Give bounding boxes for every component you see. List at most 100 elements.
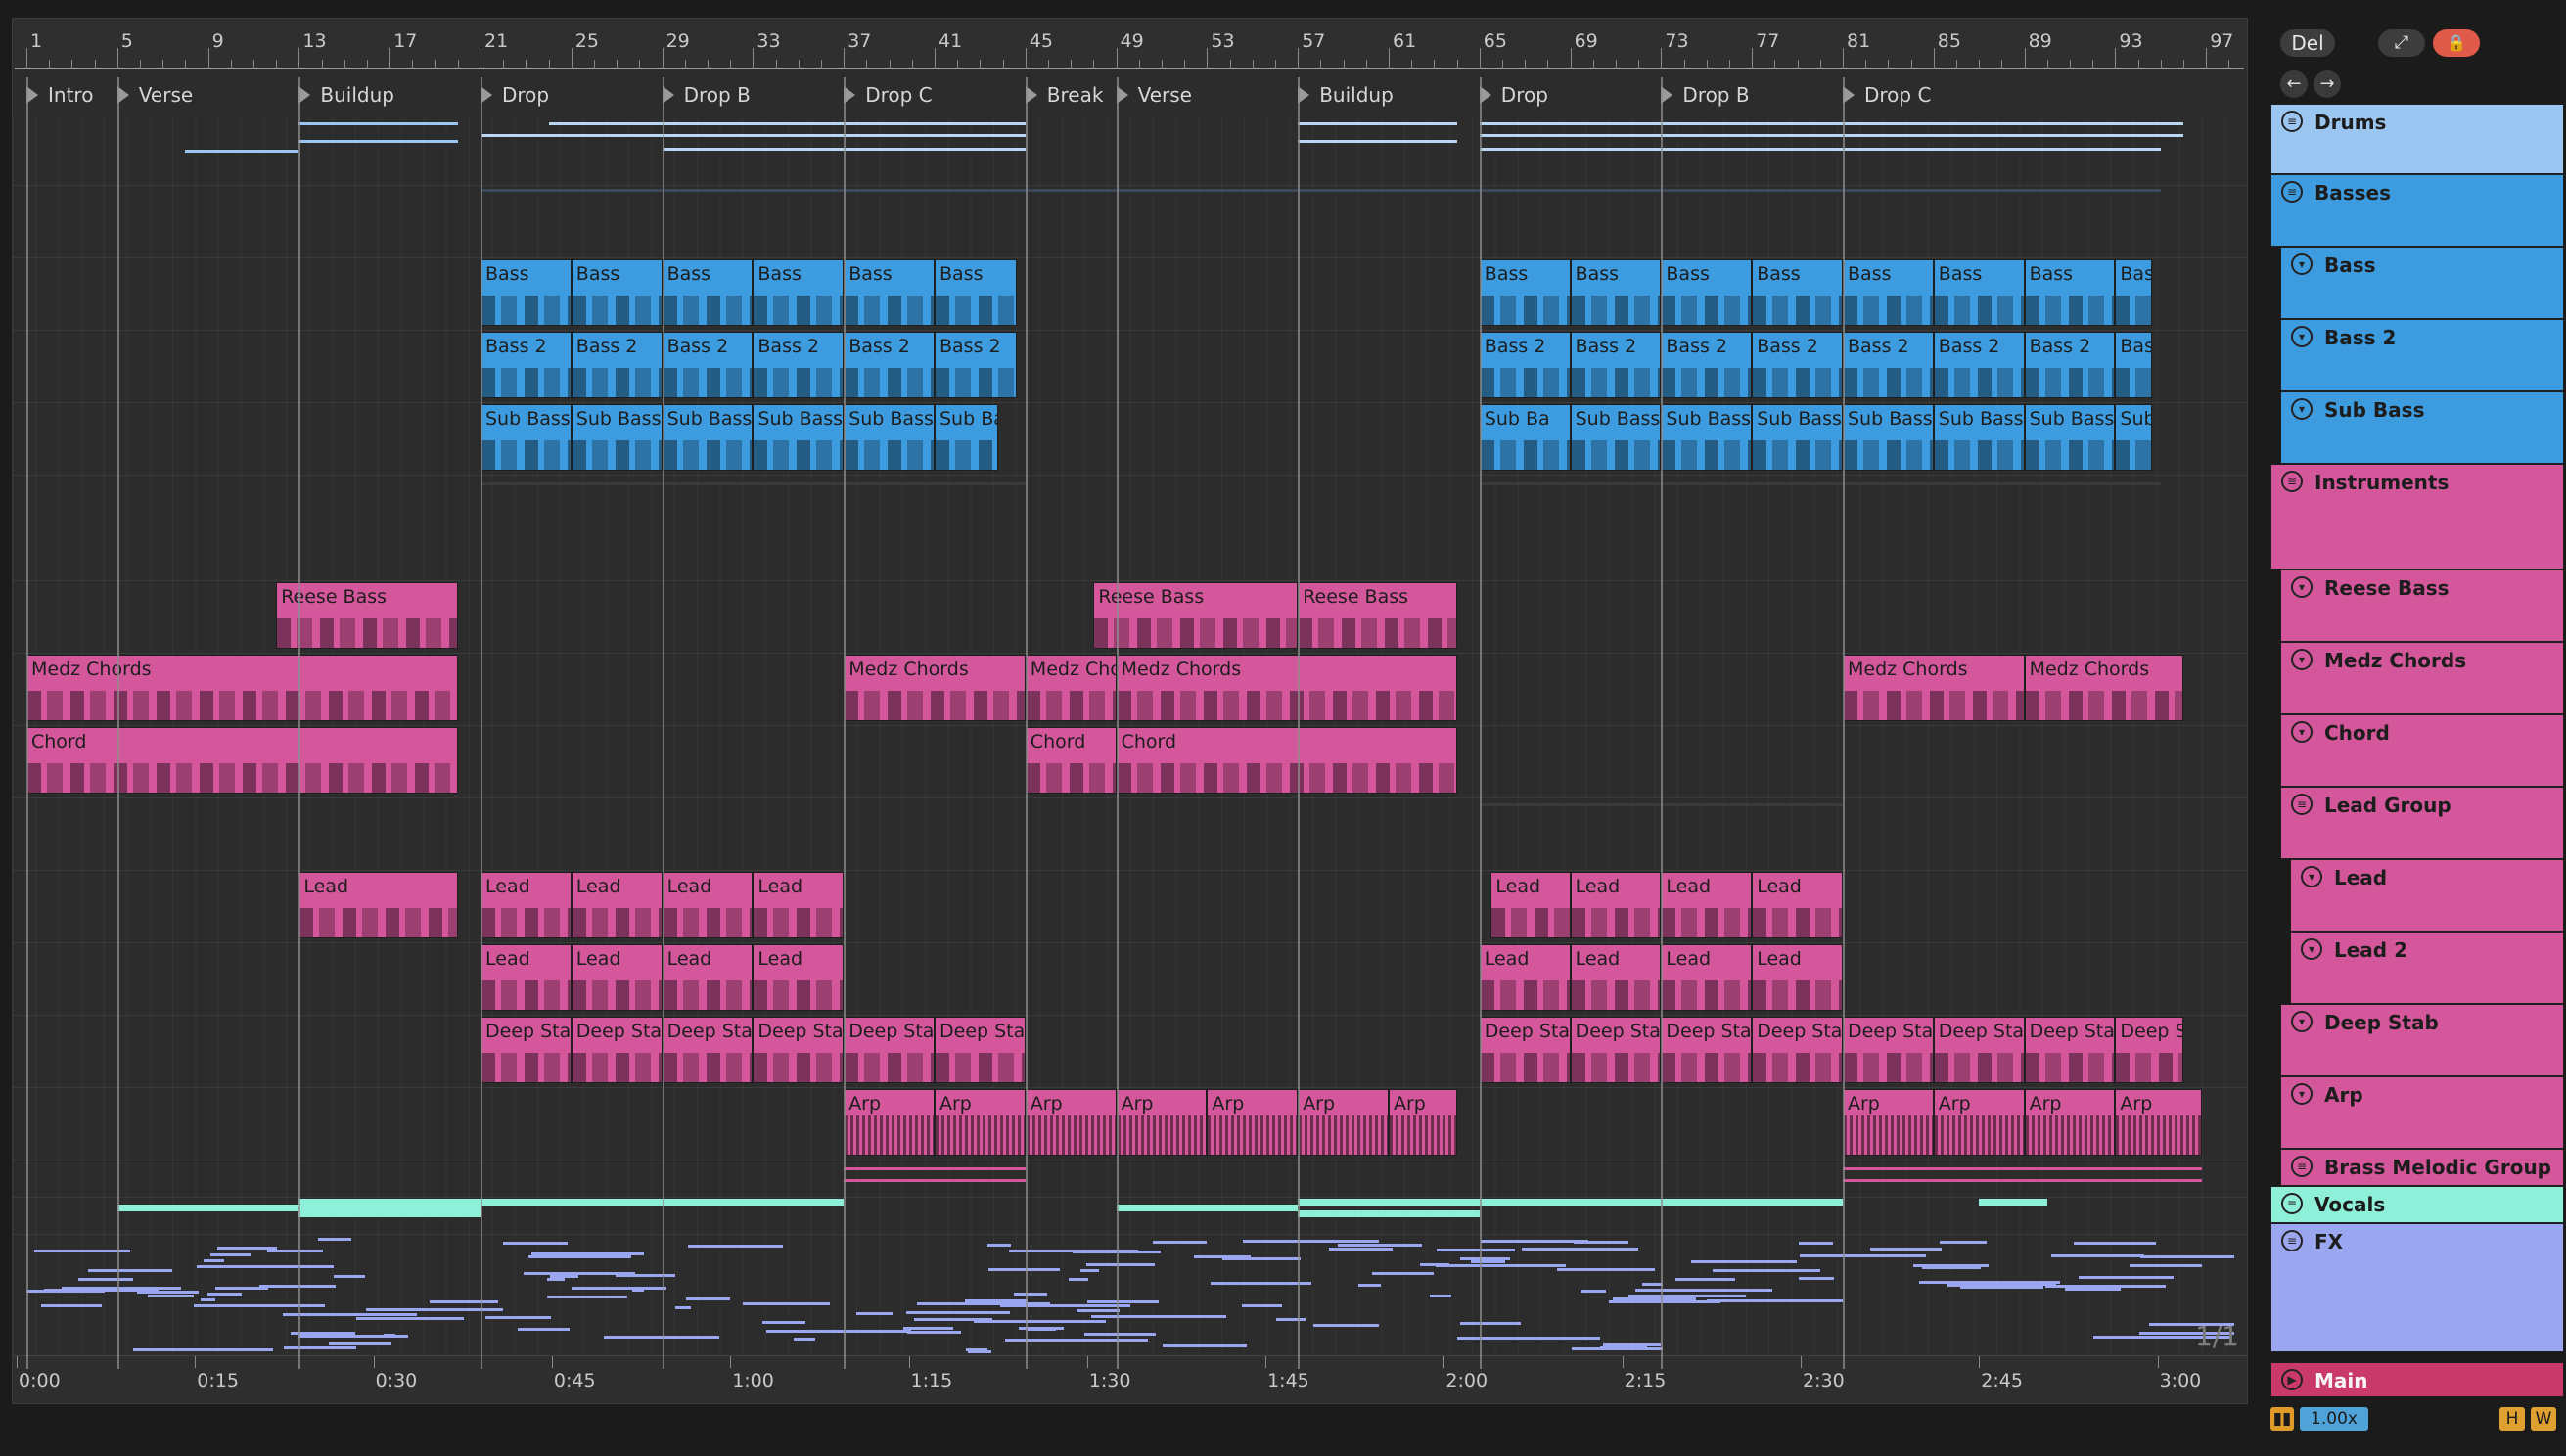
clip[interactable]: Deep Sta bbox=[1843, 1017, 1934, 1083]
clip[interactable]: Arp bbox=[2024, 1089, 2116, 1156]
clip[interactable]: Reese Bass bbox=[1093, 582, 1299, 649]
clip[interactable]: Deep Sta bbox=[662, 1017, 754, 1083]
clip[interactable]: Medz Chords bbox=[844, 655, 1026, 721]
clip[interactable]: Bass bbox=[2024, 259, 2116, 326]
clip[interactable]: Sub Bass bbox=[662, 404, 754, 471]
group-fold-icon[interactable]: ≡ bbox=[2281, 471, 2303, 492]
clip[interactable]: Arp bbox=[1843, 1089, 1934, 1156]
clip[interactable]: Lead bbox=[662, 872, 754, 938]
clip[interactable]: Deep Sta bbox=[1479, 1017, 1571, 1083]
clip[interactable]: Arp bbox=[935, 1089, 1026, 1156]
arrow-left-icon[interactable]: ← bbox=[2280, 70, 2308, 98]
beat-ruler[interactable]: 1 5 9 13 17 21 25 29 33 37 41 45 49 53 57 61 65 69 73 77 81 8… bbox=[13, 19, 2247, 68]
clip[interactable]: Bass bbox=[1843, 259, 1934, 326]
clip[interactable]: Sub Bass bbox=[1843, 404, 1934, 471]
clip[interactable]: Sub Bass bbox=[481, 404, 572, 471]
track-header[interactable]: ≡ FX bbox=[2270, 1223, 2564, 1352]
locator-marker[interactable]: Buildup bbox=[298, 75, 394, 114]
clip[interactable]: Deep Sta bbox=[571, 1017, 663, 1083]
clip[interactable]: Bass 2 bbox=[1570, 332, 1662, 398]
track-header[interactable]: ▾ Bass bbox=[2280, 247, 2564, 319]
clip[interactable]: Arp bbox=[1298, 1089, 1389, 1156]
track-lanes[interactable]: Bass Bass Bass Bass Bass Bass Bass Bass Bass Bass… bbox=[13, 114, 2247, 1358]
locator-marker[interactable]: Drop bbox=[1479, 75, 1548, 114]
locator-marker[interactable]: Intro bbox=[26, 75, 93, 114]
track-header[interactable]: ≡ Basses bbox=[2270, 174, 2564, 247]
clip[interactable]: Bass 2 bbox=[662, 332, 754, 398]
w-button[interactable]: W bbox=[2531, 1407, 2556, 1431]
track-header[interactable]: ≡ Instruments bbox=[2270, 464, 2564, 569]
clip[interactable]: Bass bbox=[935, 259, 1017, 326]
arrow-right-icon[interactable]: → bbox=[2314, 70, 2341, 98]
clip[interactable]: Sub Ba bbox=[935, 404, 998, 471]
clip[interactable]: Deep Sta bbox=[2024, 1017, 2116, 1083]
clip[interactable]: Medz Cho bbox=[1025, 655, 1117, 721]
clip[interactable]: Reese Bass bbox=[276, 582, 458, 649]
track-lane[interactable] bbox=[13, 797, 2247, 871]
device-chevron-icon[interactable]: ▾ bbox=[2291, 649, 2313, 670]
delete-button[interactable]: Del bbox=[2280, 29, 2335, 57]
clip[interactable]: Lead bbox=[753, 944, 845, 1011]
track-lane[interactable] bbox=[13, 1197, 2247, 1235]
clip[interactable]: Lead bbox=[1490, 872, 1571, 938]
locator-marker[interactable]: Buildup bbox=[1298, 75, 1394, 114]
device-chevron-icon[interactable]: ▾ bbox=[2291, 326, 2313, 347]
track-lane[interactable] bbox=[13, 1234, 2247, 1358]
device-chevron-icon[interactable]: ▾ bbox=[2291, 1011, 2313, 1032]
lock-icon[interactable]: 🔒 bbox=[2433, 29, 2480, 57]
track-lane[interactable] bbox=[13, 1160, 2247, 1198]
clip[interactable]: Lead bbox=[753, 872, 845, 938]
clip[interactable]: Sub Ba bbox=[1479, 404, 1571, 471]
track-header[interactable]: ▾ Chord bbox=[2280, 714, 2564, 787]
track-lane[interactable] bbox=[13, 185, 2247, 258]
clip[interactable]: Arp bbox=[1025, 1089, 1117, 1156]
clip[interactable]: Sub Bass bbox=[1661, 404, 1753, 471]
clip[interactable]: Lead bbox=[1479, 944, 1571, 1011]
clip[interactable]: Bass 2 bbox=[1933, 332, 2025, 398]
device-chevron-icon[interactable]: ▾ bbox=[2301, 938, 2322, 960]
clip[interactable]: Bass bbox=[1661, 259, 1753, 326]
group-fold-icon[interactable]: ≡ bbox=[2281, 181, 2303, 203]
group-fold-icon[interactable]: ≡ bbox=[2291, 1156, 2313, 1177]
clip[interactable]: Bass bbox=[1752, 259, 1843, 326]
group-fold-icon[interactable]: ≡ bbox=[2291, 794, 2313, 815]
locator-lane[interactable]: Intro Verse Buildup Drop Drop B Drop C Break Ve… bbox=[13, 75, 2247, 114]
clip[interactable]: Medz Chords bbox=[1843, 655, 2025, 721]
track-header[interactable]: ▶ Main bbox=[2270, 1362, 2564, 1397]
clip[interactable]: Sub Bass bbox=[1752, 404, 1843, 471]
device-chevron-icon[interactable]: ▾ bbox=[2291, 576, 2313, 598]
locator-marker[interactable]: Drop B bbox=[1661, 75, 1750, 114]
track-header[interactable]: ≡ Brass Melodic Group bbox=[2280, 1149, 2564, 1186]
clip[interactable]: Lead bbox=[481, 944, 572, 1011]
clip[interactable]: Deep Sta bbox=[1661, 1017, 1753, 1083]
clip[interactable]: Arp bbox=[1389, 1089, 1457, 1156]
clip[interactable]: Lead bbox=[1752, 944, 1843, 1011]
clip[interactable]: Lead bbox=[1570, 872, 1662, 938]
clip[interactable]: Chord bbox=[26, 727, 458, 794]
clip[interactable]: Sub Bass bbox=[571, 404, 663, 471]
h-button[interactable]: H bbox=[2499, 1407, 2525, 1431]
track-lane[interactable]: Lead Lead Lead Lead Lead Lead Lead Lead bbox=[13, 942, 2247, 1016]
clip[interactable]: Bass 2 bbox=[571, 332, 663, 398]
clip[interactable]: Bass 2 bbox=[935, 332, 1017, 398]
track-header[interactable]: ▾ Reese Bass bbox=[2280, 569, 2564, 642]
clip[interactable]: Deep Sta bbox=[2115, 1017, 2183, 1083]
track-lane[interactable]: Deep Sta Deep Sta Deep Sta Deep Sta Deep Sta… bbox=[13, 1015, 2247, 1088]
clip[interactable]: Lead bbox=[1570, 944, 1662, 1011]
clip[interactable]: Lead bbox=[298, 872, 458, 938]
track-header[interactable]: ▾ Deep Stab bbox=[2280, 1004, 2564, 1076]
device-chevron-icon[interactable]: ▾ bbox=[2301, 866, 2322, 887]
track-lane[interactable]: Reese Bass Reese Bass Reese Bass bbox=[13, 580, 2247, 654]
clip[interactable]: Lead bbox=[1661, 872, 1753, 938]
clip[interactable]: Bass 2 bbox=[2024, 332, 2116, 398]
track-header[interactable]: ▾ Lead bbox=[2290, 859, 2564, 932]
track-header[interactable]: ▾ Bass 2 bbox=[2280, 319, 2564, 391]
clip[interactable]: Sub Bass bbox=[2024, 404, 2116, 471]
device-chevron-icon[interactable]: ▾ bbox=[2291, 1083, 2313, 1105]
clip[interactable]: Chord bbox=[1025, 727, 1117, 794]
clip[interactable]: Medz Chords bbox=[2024, 655, 2183, 721]
clip[interactable]: Sub Bass bbox=[1570, 404, 1662, 471]
clip[interactable]: Bass bbox=[844, 259, 935, 326]
track-lane[interactable] bbox=[13, 475, 2247, 581]
time-ruler[interactable]: 0:00 0:15 0:30 0:45 1:00 1:15 1:30 1:45 2:00 2:15… bbox=[13, 1355, 2247, 1403]
